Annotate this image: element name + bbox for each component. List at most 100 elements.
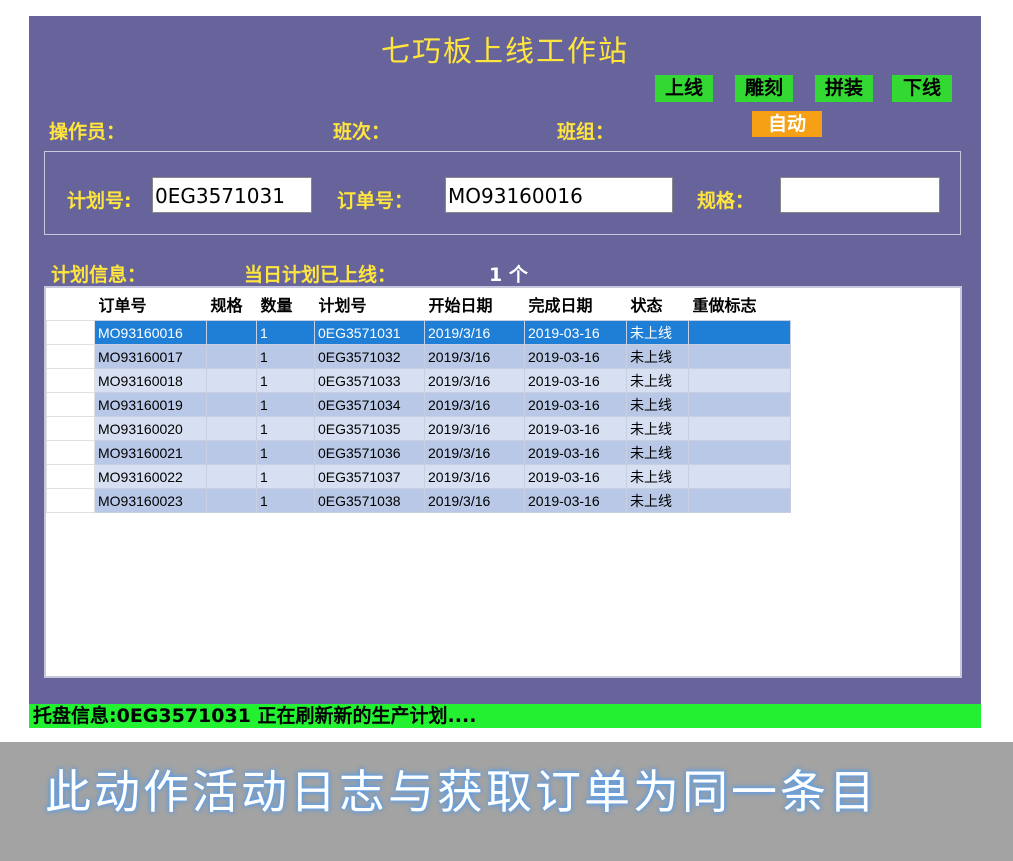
spec-field[interactable] bbox=[780, 177, 940, 213]
cell-spec[interactable] bbox=[206, 344, 257, 369]
cell-qty[interactable]: 1 bbox=[256, 440, 315, 465]
column-header-finish-date[interactable]: 完成日期 bbox=[524, 288, 627, 321]
table-row[interactable]: MO93160017 1 0EG3571032 2019/3/16 2019-03-16… bbox=[46, 344, 791, 369]
cell-finish-date[interactable]: 2019-03-16 bbox=[524, 440, 627, 465]
table-row[interactable]: MO93160023 1 0EG3571038 2019/3/16 2019-03-16… bbox=[46, 488, 791, 513]
plan-table[interactable]: 订单号 规格 数量 计划号 开始日期 完成日期 状态 重做标志 ▸ MO93160… bbox=[44, 286, 962, 678]
cell-spec[interactable] bbox=[206, 440, 257, 465]
cell-finish-date[interactable]: 2019-03-16 bbox=[524, 368, 627, 393]
cell-spec[interactable] bbox=[206, 368, 257, 393]
mode-assemble-button[interactable]: 拼装 bbox=[815, 75, 873, 102]
cell-finish-date[interactable]: 2019-03-16 bbox=[524, 320, 627, 345]
cell-plan[interactable]: 0EG3571036 bbox=[314, 440, 425, 465]
cell-spec[interactable] bbox=[206, 464, 257, 489]
plan-number-field[interactable]: 0EG3571031 bbox=[152, 177, 312, 213]
column-header-spec[interactable]: 规格 bbox=[206, 288, 257, 321]
cell-qty[interactable]: 1 bbox=[256, 416, 315, 441]
column-header-plan[interactable]: 计划号 bbox=[314, 288, 425, 321]
cell-qty[interactable]: 1 bbox=[256, 368, 315, 393]
cell-order[interactable]: MO93160016 bbox=[94, 320, 207, 345]
cell-redo[interactable] bbox=[688, 416, 791, 441]
cell-spec[interactable] bbox=[206, 416, 257, 441]
order-number-field[interactable]: MO93160016 bbox=[445, 177, 673, 213]
cell-start-date[interactable]: 2019/3/16 bbox=[424, 368, 525, 393]
cell-spec[interactable] bbox=[206, 488, 257, 513]
table-row[interactable]: MO93160018 1 0EG3571033 2019/3/16 2019-03-16… bbox=[46, 368, 791, 393]
cell-start-date[interactable]: 2019/3/16 bbox=[424, 488, 525, 513]
cell-redo[interactable] bbox=[688, 440, 791, 465]
cell-finish-date[interactable]: 2019-03-16 bbox=[524, 416, 627, 441]
table-row[interactable]: MO93160021 1 0EG3571036 2019/3/16 2019-03-16… bbox=[46, 440, 791, 465]
cell-plan[interactable]: 0EG3571035 bbox=[314, 416, 425, 441]
cell-start-date[interactable]: 2019/3/16 bbox=[424, 416, 525, 441]
cell-start-date[interactable]: 2019/3/16 bbox=[424, 392, 525, 417]
cell-status[interactable]: 未上线 bbox=[626, 488, 689, 513]
cell-order[interactable]: MO93160019 bbox=[94, 392, 207, 417]
caption-text: 此动作活动日志与获取订单为同一条目 bbox=[45, 765, 878, 819]
cell-redo[interactable] bbox=[688, 344, 791, 369]
window-title: 七巧板上线工作站 bbox=[380, 34, 629, 68]
cell-finish-date[interactable]: 2019-03-16 bbox=[524, 488, 627, 513]
cell-start-date[interactable]: 2019/3/16 bbox=[424, 464, 525, 489]
cell-status[interactable]: 未上线 bbox=[626, 368, 689, 393]
auto-mode-button[interactable]: 自动 bbox=[752, 111, 822, 137]
row-header-cell[interactable] bbox=[46, 392, 95, 417]
cell-finish-date[interactable]: 2019-03-16 bbox=[524, 464, 627, 489]
mode-engrave-button[interactable]: 雕刻 bbox=[735, 75, 793, 102]
cell-status[interactable]: 未上线 bbox=[626, 344, 689, 369]
cell-status[interactable]: 未上线 bbox=[626, 392, 689, 417]
cell-spec[interactable] bbox=[206, 320, 257, 345]
row-header-cell[interactable] bbox=[46, 440, 95, 465]
cell-plan[interactable]: 0EG3571033 bbox=[314, 368, 425, 393]
cell-order[interactable]: MO93160020 bbox=[94, 416, 207, 441]
cell-finish-date[interactable]: 2019-03-16 bbox=[524, 344, 627, 369]
column-header-qty[interactable]: 数量 bbox=[256, 288, 315, 321]
cell-status[interactable]: 未上线 bbox=[626, 320, 689, 345]
cell-redo[interactable] bbox=[688, 320, 791, 345]
cell-plan[interactable]: 0EG3571032 bbox=[314, 344, 425, 369]
cell-qty[interactable]: 1 bbox=[256, 392, 315, 417]
row-header-cell[interactable]: ▸ bbox=[46, 320, 95, 345]
cell-start-date[interactable]: 2019/3/16 bbox=[424, 344, 525, 369]
cell-qty[interactable]: 1 bbox=[256, 464, 315, 489]
cell-redo[interactable] bbox=[688, 488, 791, 513]
cell-order[interactable]: MO93160021 bbox=[94, 440, 207, 465]
cell-finish-date[interactable]: 2019-03-16 bbox=[524, 392, 627, 417]
table-row[interactable]: MO93160020 1 0EG3571035 2019/3/16 2019-03-16… bbox=[46, 416, 791, 441]
table-row[interactable]: ▸ MO93160016 1 0EG3571031 2019/3/16 2019-03-1… bbox=[46, 320, 791, 345]
cell-plan[interactable]: 0EG3571031 bbox=[314, 320, 425, 345]
cell-status[interactable]: 未上线 bbox=[626, 464, 689, 489]
cell-qty[interactable]: 1 bbox=[256, 344, 315, 369]
column-header-order[interactable]: 订单号 bbox=[94, 288, 207, 321]
cell-plan[interactable]: 0EG3571037 bbox=[314, 464, 425, 489]
cell-start-date[interactable]: 2019/3/16 bbox=[424, 440, 525, 465]
plan-grid-table: 订单号 规格 数量 计划号 开始日期 完成日期 状态 重做标志 ▸ MO93160… bbox=[46, 288, 791, 513]
cell-qty[interactable]: 1 bbox=[256, 488, 315, 513]
table-row[interactable]: MO93160022 1 0EG3571037 2019/3/16 2019-03-16… bbox=[46, 464, 791, 489]
cell-status[interactable]: 未上线 bbox=[626, 416, 689, 441]
column-header-status[interactable]: 状态 bbox=[626, 288, 689, 321]
cell-qty[interactable]: 1 bbox=[256, 320, 315, 345]
column-header-start-date[interactable]: 开始日期 bbox=[424, 288, 525, 321]
row-header-cell[interactable] bbox=[46, 464, 95, 489]
table-row[interactable]: MO93160019 1 0EG3571034 2019/3/16 2019-03-16… bbox=[46, 392, 791, 417]
cell-plan[interactable]: 0EG3571034 bbox=[314, 392, 425, 417]
cell-redo[interactable] bbox=[688, 368, 791, 393]
cell-redo[interactable] bbox=[688, 392, 791, 417]
cell-start-date[interactable]: 2019/3/16 bbox=[424, 320, 525, 345]
mode-online-button[interactable]: 上线 bbox=[655, 75, 713, 102]
row-header-cell[interactable] bbox=[46, 344, 95, 369]
cell-spec[interactable] bbox=[206, 392, 257, 417]
row-header-cell[interactable] bbox=[46, 488, 95, 513]
column-header-redo[interactable]: 重做标志 bbox=[688, 288, 791, 321]
cell-order[interactable]: MO93160017 bbox=[94, 344, 207, 369]
row-header-cell[interactable] bbox=[46, 416, 95, 441]
cell-order[interactable]: MO93160022 bbox=[94, 464, 207, 489]
mode-offline-button[interactable]: 下线 bbox=[892, 75, 952, 102]
cell-status[interactable]: 未上线 bbox=[626, 440, 689, 465]
cell-order[interactable]: MO93160018 bbox=[94, 368, 207, 393]
cell-order[interactable]: MO93160023 bbox=[94, 488, 207, 513]
row-header-cell[interactable] bbox=[46, 368, 95, 393]
cell-redo[interactable] bbox=[688, 464, 791, 489]
cell-plan[interactable]: 0EG3571038 bbox=[314, 488, 425, 513]
